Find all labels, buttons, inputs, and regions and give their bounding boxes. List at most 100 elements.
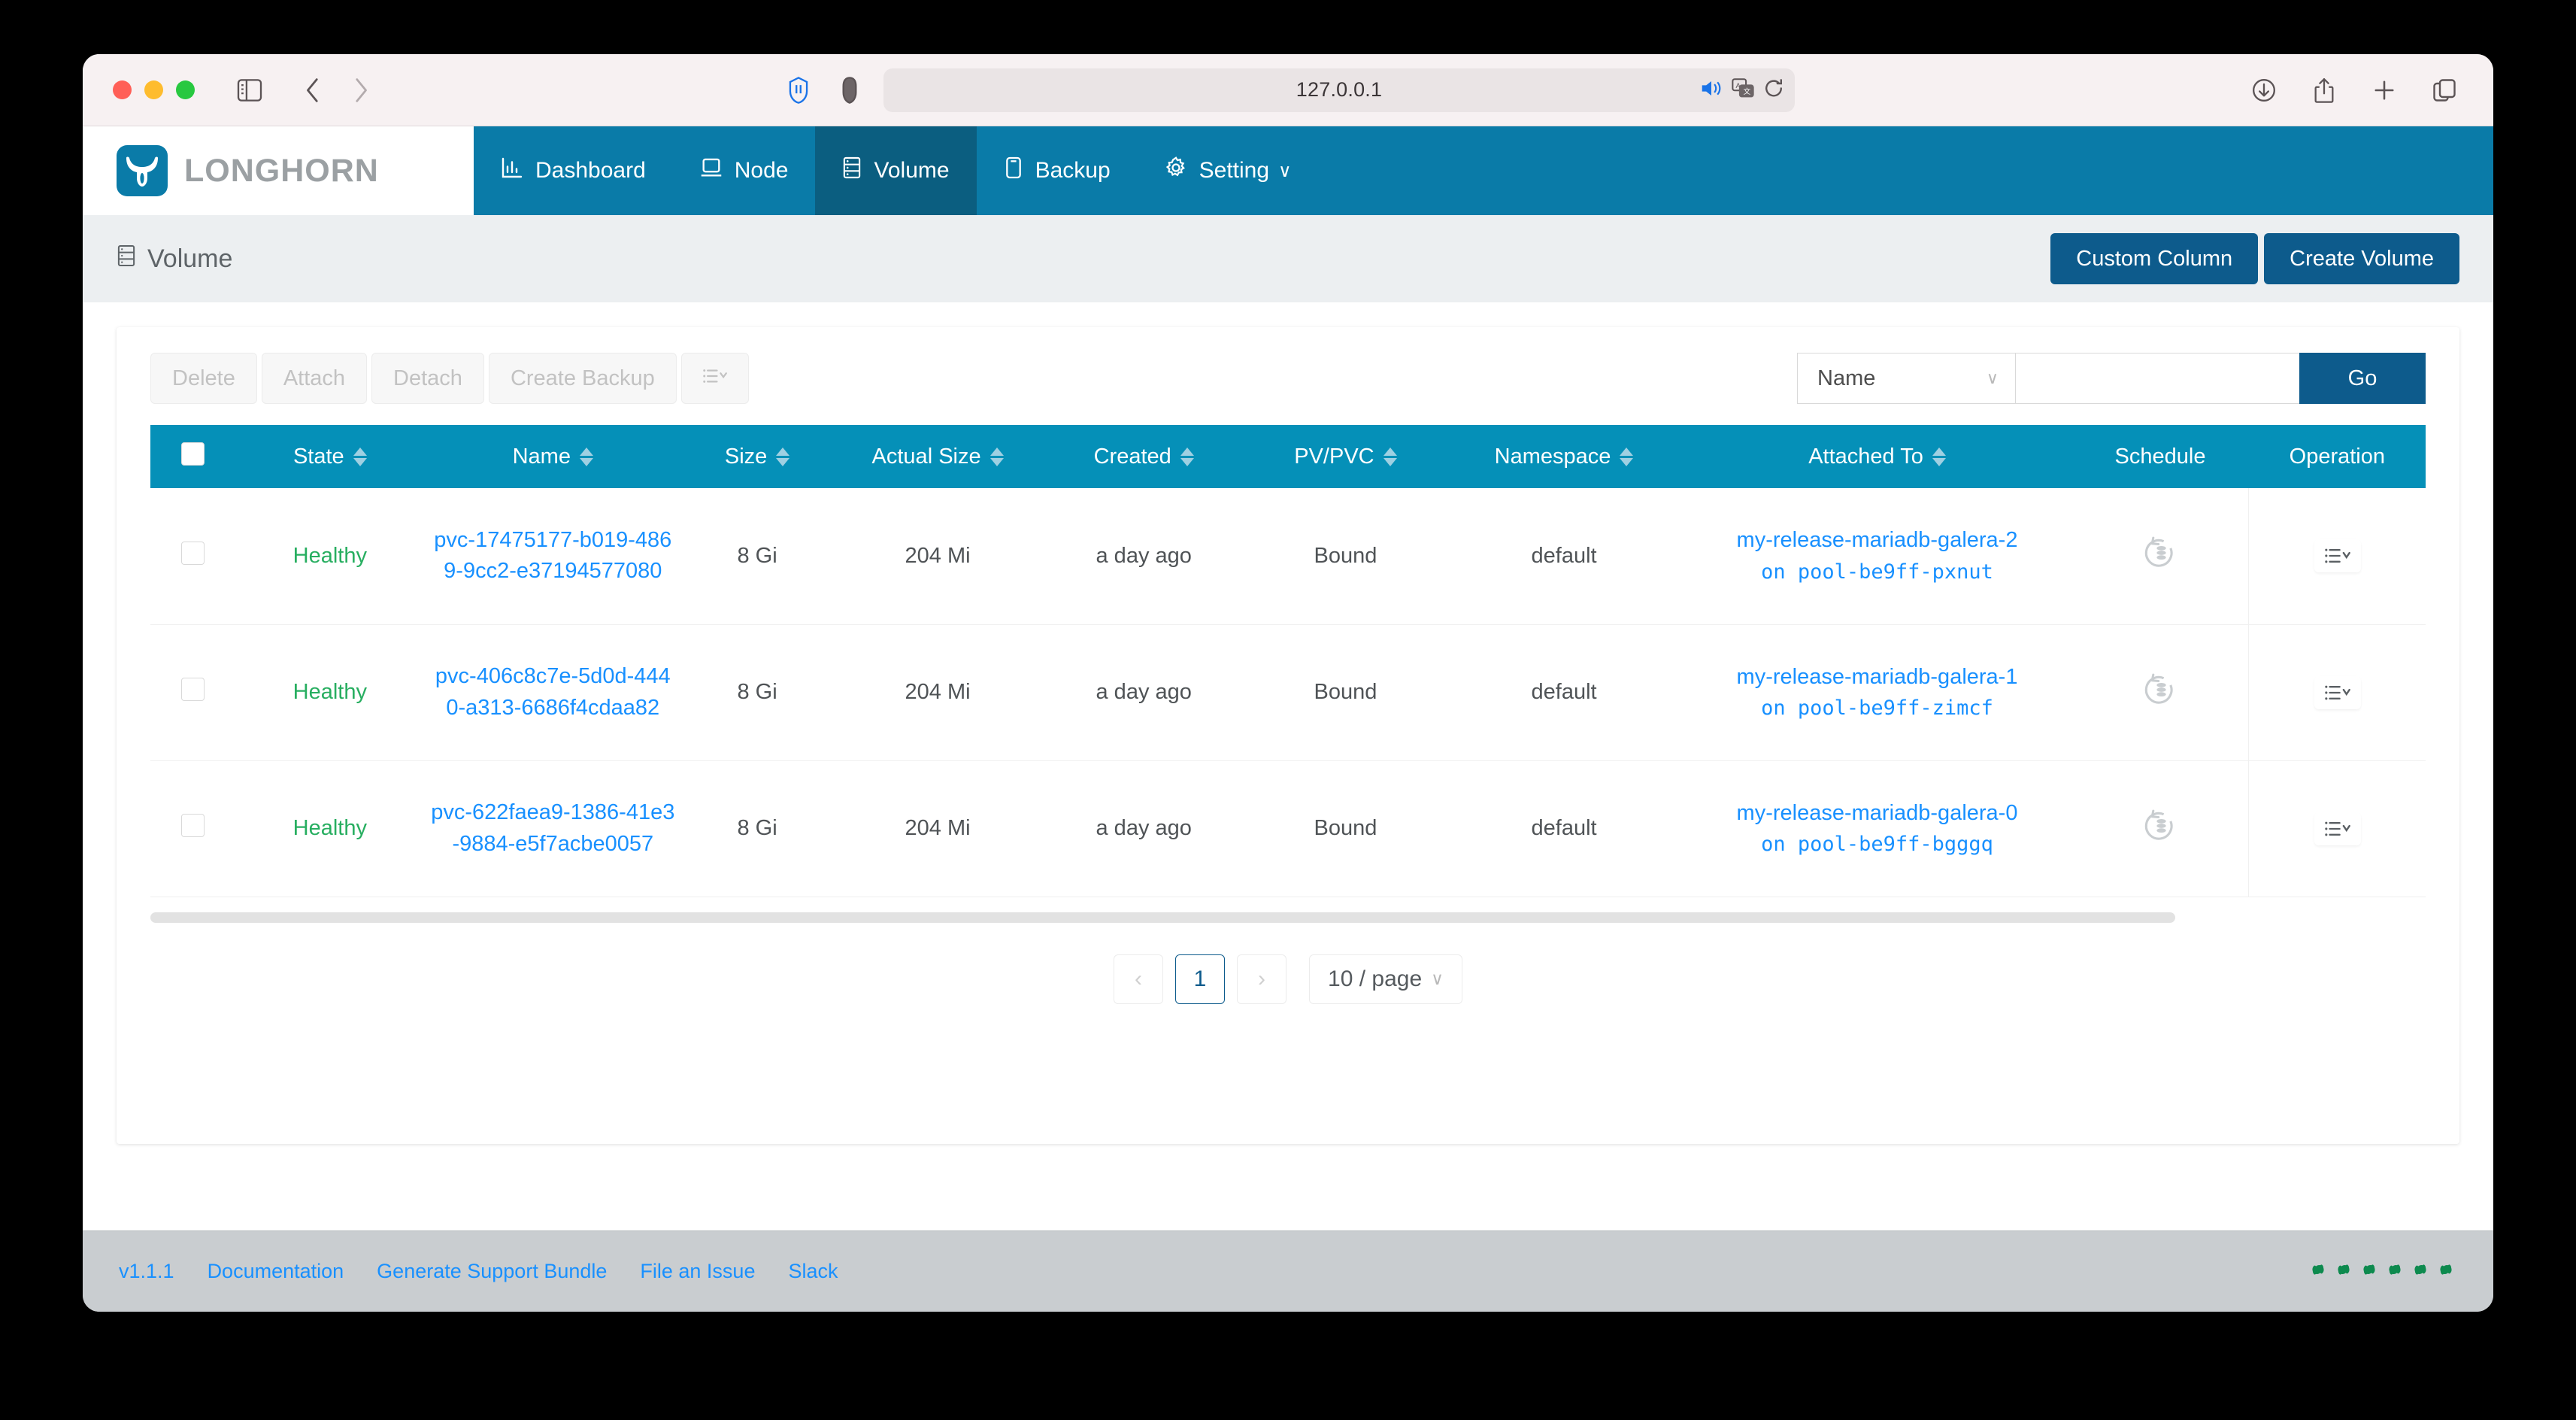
- column-header-actual-size[interactable]: Actual Size: [833, 425, 1042, 488]
- history-navigation: [295, 73, 378, 108]
- row-operation-button[interactable]: [2314, 812, 2361, 845]
- close-window-button[interactable]: [113, 80, 132, 99]
- url-bar[interactable]: 127.0.0.1 A 文: [883, 68, 1795, 112]
- column-header-name[interactable]: Name: [424, 425, 681, 488]
- volume-link[interactable]: pvc-406c8c7e-5d0d-4440-a313-6686f4cdaa82: [435, 664, 671, 719]
- horizontal-scrollbar[interactable]: [150, 912, 2426, 923]
- footer-version[interactable]: v1.1.1: [119, 1260, 174, 1283]
- cell-created: a day ago: [1041, 760, 1246, 897]
- footer-link-slack[interactable]: Slack: [788, 1260, 838, 1283]
- column-label-schedule: Schedule: [2114, 444, 2206, 469]
- tabs-overview-icon[interactable]: [2427, 73, 2462, 108]
- row-operation-button[interactable]: [2314, 676, 2361, 709]
- pause-shield-icon[interactable]: [781, 73, 816, 108]
- detach-button[interactable]: Detach: [371, 353, 484, 404]
- download-icon[interactable]: [2247, 73, 2281, 108]
- table-row: Healthy pvc-406c8c7e-5d0d-4440-a313-6686…: [150, 624, 2426, 761]
- footer-links: v1.1.1 Documentation Generate Support Bu…: [119, 1260, 838, 1283]
- minimize-window-button[interactable]: [144, 80, 163, 99]
- sort-icon[interactable]: [1932, 447, 1946, 466]
- recurring-job-icon[interactable]: [2143, 536, 2177, 576]
- table-row: Healthy pvc-622faea9-1386-41e3-9884-e5f7…: [150, 760, 2426, 897]
- nav-label-backup: Backup: [1035, 158, 1111, 183]
- column-header-size[interactable]: Size: [680, 425, 834, 488]
- share-icon[interactable]: [2307, 73, 2341, 108]
- nav-item-setting[interactable]: Setting ∨: [1138, 126, 1319, 215]
- attached-node-link[interactable]: on pool-be9ff-zimcf: [1689, 693, 2066, 724]
- attached-node-link[interactable]: on pool-be9ff-bgggq: [1689, 830, 2066, 860]
- nav-item-node[interactable]: Node: [673, 126, 816, 215]
- sort-icon[interactable]: [989, 447, 1004, 466]
- reload-icon[interactable]: [1763, 77, 1784, 102]
- brand-logo-group[interactable]: LONGHORN: [83, 126, 474, 215]
- search-field-select[interactable]: Name ∨: [1797, 353, 2015, 404]
- sort-icon[interactable]: [353, 447, 367, 466]
- delete-button[interactable]: Delete: [150, 353, 257, 404]
- sort-icon[interactable]: [1180, 447, 1194, 466]
- nav-item-volume[interactable]: Volume: [815, 126, 977, 215]
- table-header-row: State Name Size Actual Size Created PV/P…: [150, 425, 2426, 488]
- search-go-button[interactable]: Go: [2299, 353, 2426, 404]
- column-header-created[interactable]: Created: [1041, 425, 1246, 488]
- page-size-select[interactable]: 10 / page ∨: [1309, 954, 1462, 1004]
- row-checkbox[interactable]: [180, 678, 205, 701]
- footer-link-file-an-issue[interactable]: File an Issue: [640, 1260, 755, 1283]
- attached-pod-link[interactable]: my-release-mariadb-galera-0: [1689, 797, 2066, 830]
- footer-link-generate-support-bundle[interactable]: Generate Support Bundle: [377, 1260, 607, 1283]
- prev-page-button[interactable]: ‹: [1114, 954, 1164, 1004]
- column-header-attached-to[interactable]: Attached To: [1682, 425, 2072, 488]
- search-input[interactable]: [2015, 353, 2299, 404]
- recurring-job-icon[interactable]: [2143, 672, 2177, 713]
- cell-namespace: default: [1445, 760, 1683, 897]
- attached-node-link[interactable]: on pool-be9ff-pxnut: [1689, 557, 2066, 588]
- row-operation-button[interactable]: [2314, 539, 2361, 572]
- translate-icon[interactable]: A 文: [1732, 77, 1754, 102]
- url-bar-actions: A 文: [1700, 77, 1784, 102]
- column-header-state[interactable]: State: [235, 425, 425, 488]
- row-checkbox[interactable]: [180, 541, 205, 565]
- cell-size: 8 Gi: [680, 760, 834, 897]
- next-page-button[interactable]: ›: [1237, 954, 1287, 1004]
- volume-table: State Name Size Actual Size Created PV/P…: [150, 425, 2426, 897]
- column-header-pvpvc[interactable]: PV/PVC: [1245, 425, 1446, 488]
- create-backup-button[interactable]: Create Backup: [488, 353, 677, 404]
- sort-icon[interactable]: [1620, 447, 1634, 466]
- create-volume-button[interactable]: Create Volume: [2264, 233, 2459, 284]
- chain-link-icon: [2435, 1258, 2457, 1285]
- server-icon: [117, 244, 136, 274]
- sidebar-icon[interactable]: [232, 73, 267, 108]
- sort-icon[interactable]: [579, 447, 593, 466]
- column-label-name: Name: [512, 444, 571, 469]
- row-checkbox[interactable]: [180, 814, 205, 837]
- sort-icon[interactable]: [1383, 447, 1397, 466]
- chevron-down-icon: ∨: [1431, 969, 1444, 988]
- chevron-down-icon[interactable]: ∨: [1278, 160, 1292, 182]
- scrollbar-thumb[interactable]: [150, 912, 2176, 923]
- maximize-window-button[interactable]: [176, 80, 195, 99]
- forward-arrow-icon[interactable]: [344, 73, 378, 108]
- more-actions-button[interactable]: [680, 353, 749, 404]
- app-footer: v1.1.1 Documentation Generate Support Bu…: [83, 1230, 2493, 1312]
- attached-pod-link[interactable]: my-release-mariadb-galera-2: [1689, 524, 2066, 557]
- server-icon: [842, 156, 862, 185]
- attached-pod-link[interactable]: my-release-mariadb-galera-1: [1689, 661, 2066, 694]
- plus-icon[interactable]: [2367, 73, 2402, 108]
- column-label-namespace: Namespace: [1494, 444, 1611, 469]
- recurring-job-icon[interactable]: [2143, 809, 2177, 849]
- volume-link[interactable]: pvc-622faea9-1386-41e3-9884-e5f7acbe0057: [431, 800, 674, 855]
- page-1-button[interactable]: 1: [1175, 954, 1226, 1004]
- custom-column-button[interactable]: Custom Column: [2050, 233, 2259, 284]
- column-header-namespace[interactable]: Namespace: [1445, 425, 1683, 488]
- cell-size: 8 Gi: [680, 488, 834, 625]
- sort-icon[interactable]: [776, 447, 790, 466]
- attach-button[interactable]: Attach: [261, 353, 368, 404]
- select-all-checkbox[interactable]: [180, 441, 205, 466]
- nav-item-dashboard[interactable]: Dashboard: [474, 126, 673, 215]
- cell-attached-to: my-release-mariadb-galera-1 on pool-be9f…: [1682, 624, 2072, 761]
- sound-icon[interactable]: [1700, 78, 1723, 102]
- privacy-shield-icon[interactable]: [832, 73, 867, 108]
- footer-link-documentation[interactable]: Documentation: [208, 1260, 344, 1283]
- back-arrow-icon[interactable]: [295, 73, 330, 108]
- volume-link[interactable]: pvc-17475177-b019-4869-9cc2-e37194577080: [434, 528, 671, 583]
- nav-item-backup[interactable]: Backup: [977, 126, 1138, 215]
